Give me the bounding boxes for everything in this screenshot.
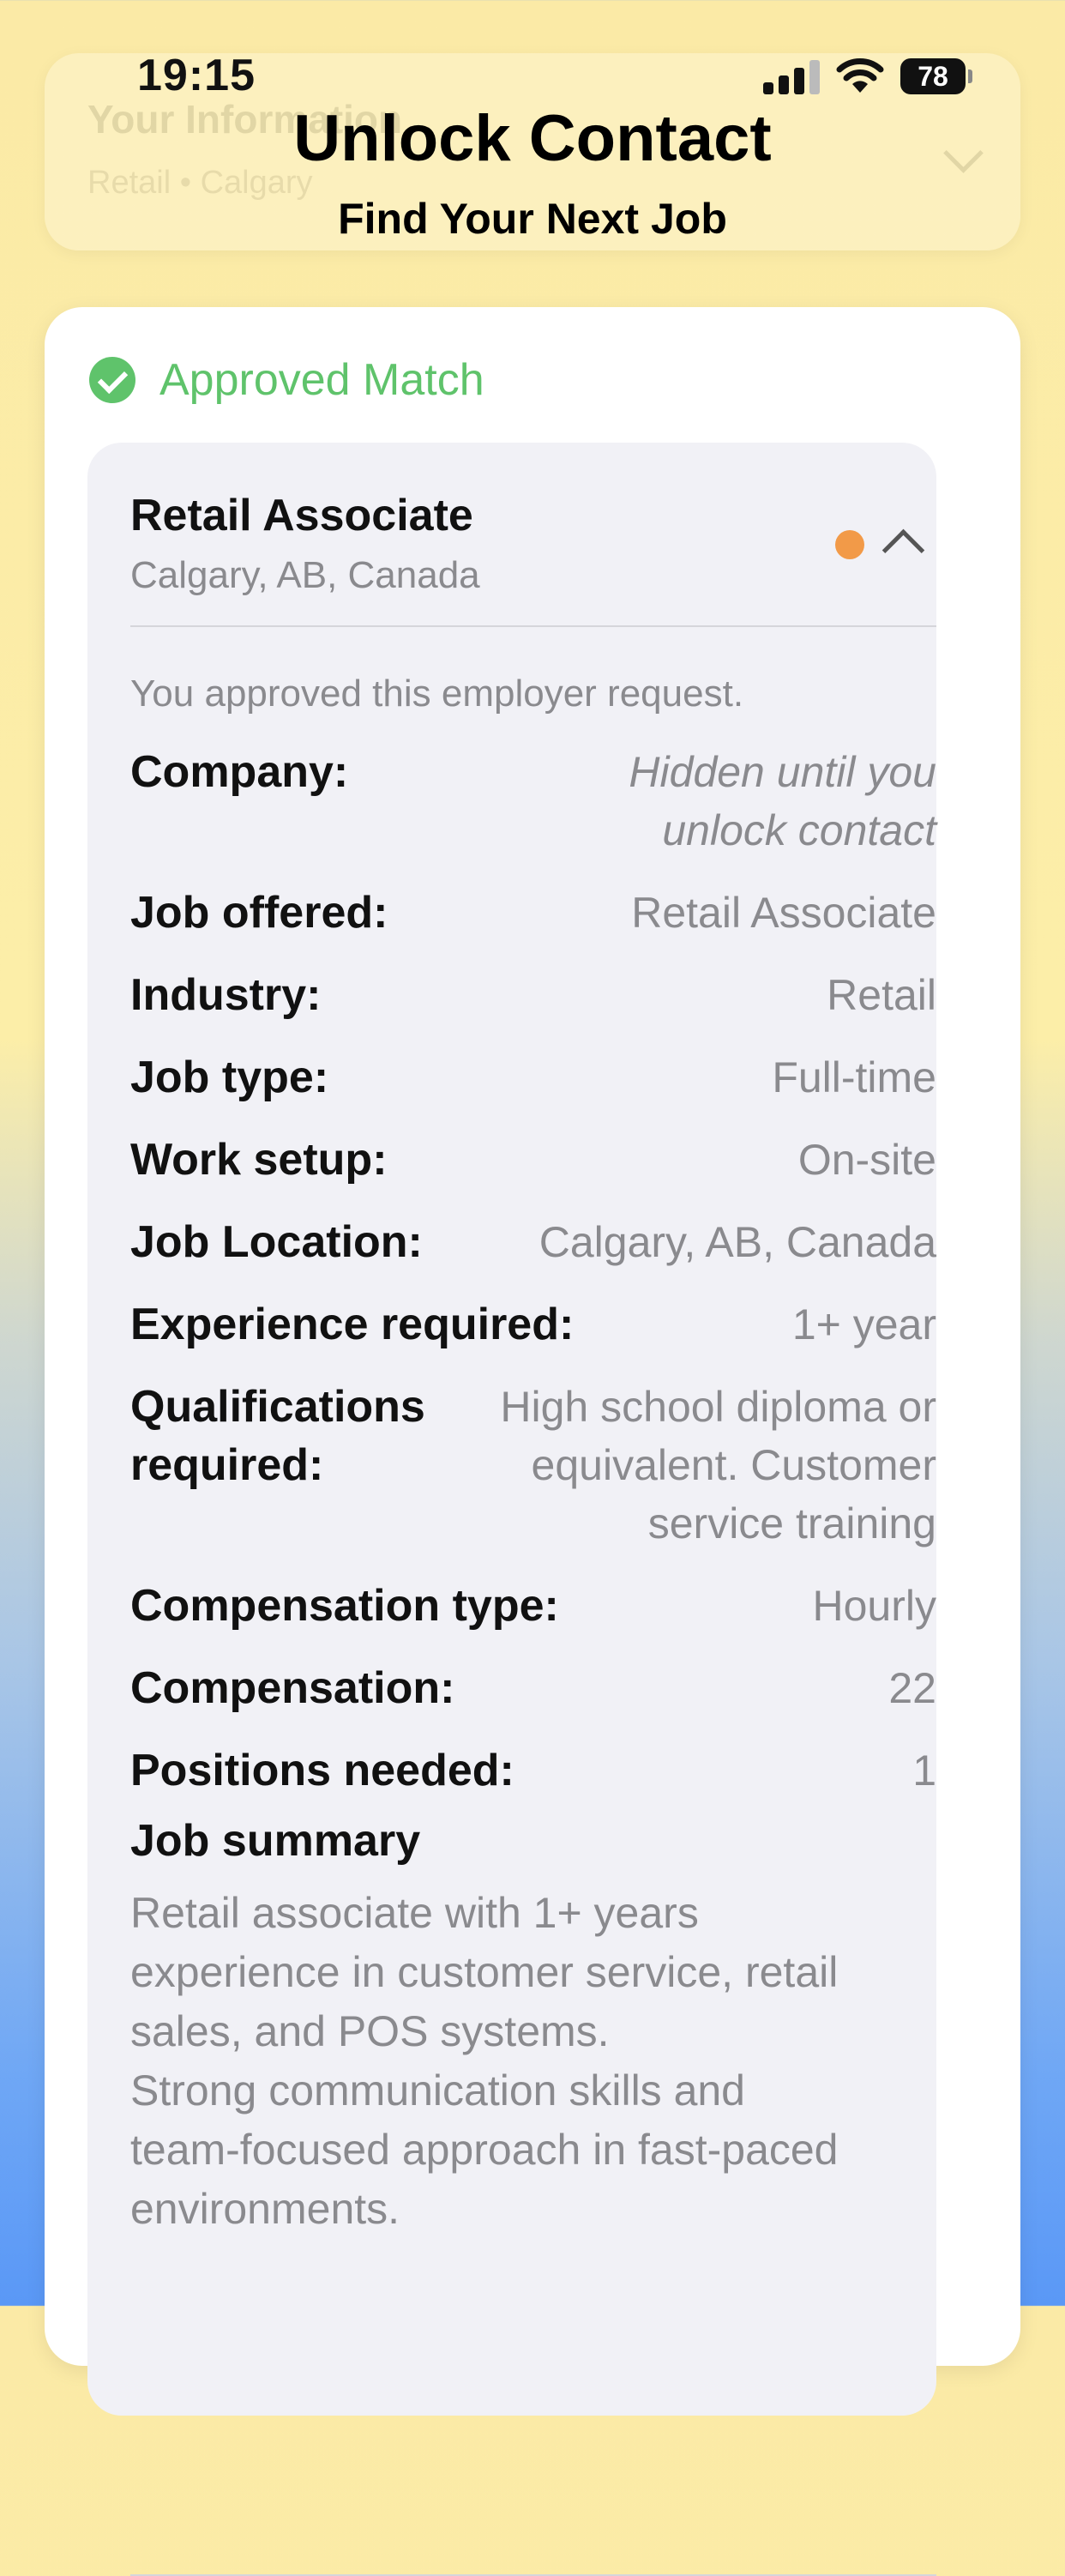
detail-value: On-site [797, 1136, 936, 1184]
detail-label: Job type: [130, 1053, 329, 1102]
detail-value: High school diploma or equivalent. Custo… [500, 1383, 936, 1547]
job-title: Retail Associate [130, 491, 473, 540]
detail-row-positions-needed: Positions needed: 1 [130, 1741, 936, 1800]
cellular-signal-icon [763, 60, 820, 94]
divider [130, 625, 936, 627]
match-card: Approved Match Retail Associate Calgary,… [45, 307, 1020, 2576]
detail-value: Retail Associate [631, 889, 936, 937]
detail-label: Qualifications required: [130, 1382, 425, 1490]
detail-row-company: Company: Hidden until you unlock contact [130, 743, 936, 860]
match-status-label: Approved Match [159, 355, 484, 405]
detail-label: Compensation type: [130, 1581, 559, 1631]
detail-value: Retail [827, 971, 936, 1019]
detail-value: 1+ year [791, 1300, 936, 1348]
status-time: 19:15 [137, 51, 256, 100]
detail-value: 22 [888, 1664, 936, 1712]
job-summary-label: Job summary [130, 1816, 421, 1866]
status-bar: 19:15 78 [0, 0, 1065, 103]
detail-value: Hourly [812, 1582, 936, 1630]
detail-label: Company: [130, 747, 349, 797]
detail-value: Full-time [772, 1053, 936, 1101]
unread-dot-icon [835, 530, 864, 559]
detail-label: Work setup: [130, 1135, 388, 1185]
detail-row-compensation: Compensation: 22 [130, 1659, 936, 1717]
detail-label: Positions needed: [130, 1746, 514, 1795]
job-details-panel: Retail Associate Calgary, AB, Canada You… [87, 443, 936, 2576]
detail-label: Job offered: [130, 888, 388, 938]
battery-icon: 78 [900, 58, 972, 94]
check-circle-icon [89, 357, 135, 403]
page-title: Unlock Contact [293, 102, 772, 175]
detail-label: Experience required: [130, 1300, 575, 1349]
detail-row-job-type: Job type: Full-time [130, 1048, 936, 1107]
detail-row-job-location: Job Location: Calgary, AB, Canada [130, 1213, 936, 1271]
detail-row-experience: Experience required: 1+ year [130, 1295, 936, 1354]
chevron-up-icon[interactable] [881, 528, 925, 572]
job-location: Calgary, AB, Canada [130, 554, 480, 596]
detail-row-industry: Industry: Retail [130, 966, 936, 1024]
page-subtitle: Find Your Next Job [338, 195, 727, 243]
detail-value: Hidden until you unlock contact [629, 748, 936, 854]
wifi-icon [836, 58, 884, 93]
detail-label: Industry: [130, 970, 322, 1020]
detail-label: Job Location: [130, 1217, 423, 1267]
detail-row-work-setup: Work setup: On-site [130, 1131, 936, 1189]
detail-value: 1 [912, 1746, 936, 1795]
detail-row-compensation-type: Compensation type: Hourly [130, 1577, 936, 1635]
match-status: Approved Match [89, 354, 484, 406]
detail-row-job-offered: Job offered: Retail Associate [130, 884, 936, 942]
job-summary-text: Retail associate with 1+ years experienc… [130, 1889, 839, 2233]
detail-row-qualifications: Qualifications required: High school dip… [130, 1378, 936, 1553]
detail-label: Compensation: [130, 1663, 455, 1713]
detail-value: Calgary, AB, Canada [539, 1218, 936, 1266]
approval-note: You approved this employer request. [130, 673, 744, 715]
battery-level: 78 [918, 61, 948, 92]
